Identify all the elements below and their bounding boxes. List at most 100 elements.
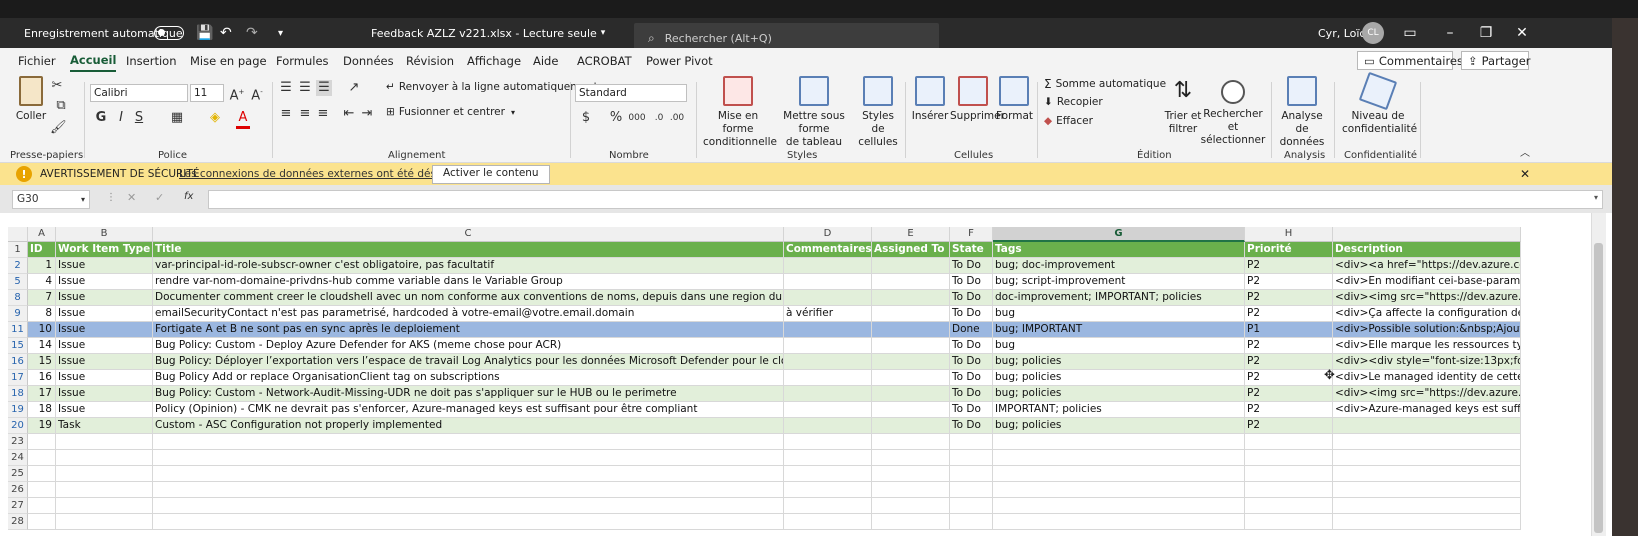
- tab-revision[interactable]: Révision: [406, 48, 454, 74]
- align-bottom-icon[interactable]: ☰: [316, 80, 332, 96]
- save-icon[interactable]: 💾: [196, 18, 213, 48]
- font-size-select[interactable]: 11: [190, 84, 224, 102]
- empty-cell[interactable]: [153, 434, 784, 450]
- cell-priority[interactable]: P2: [1245, 386, 1333, 402]
- cell-priority[interactable]: P1: [1245, 322, 1333, 338]
- tab-insertion[interactable]: Insertion: [126, 48, 177, 74]
- header-cell-work-item-type[interactable]: Work Item Type: [56, 242, 153, 258]
- header-cell-id[interactable]: ID: [28, 242, 56, 258]
- cell-description[interactable]: <div>Azure-managed keys est suffisar: [1333, 402, 1521, 418]
- empty-cell[interactable]: [872, 466, 950, 482]
- cell-title[interactable]: Documenter comment creer le cloudshell a…: [153, 290, 784, 306]
- cell-state[interactable]: To Do: [950, 402, 993, 418]
- find-select-button[interactable]: Rechercher et sélectionner: [1200, 76, 1266, 147]
- tab-accueil[interactable]: Accueil: [70, 48, 117, 72]
- table-row[interactable]: 8 7 Issue Documenter comment creer le cloud…: [0, 290, 1588, 306]
- empty-cell[interactable]: [56, 514, 153, 530]
- cell-comment[interactable]: [784, 402, 872, 418]
- empty-cell[interactable]: [28, 498, 56, 514]
- cell-tags[interactable]: bug; script-improvement: [993, 274, 1245, 290]
- empty-cell[interactable]: [950, 450, 993, 466]
- align-center-icon[interactable]: ≡: [298, 106, 312, 122]
- empty-cell[interactable]: [1245, 466, 1333, 482]
- thousands-icon[interactable]: 000: [628, 110, 646, 126]
- fill-color-icon[interactable]: ◈: [204, 110, 226, 126]
- table-row[interactable]: 17 16 Issue Bug Policy Add or replace Organ…: [0, 370, 1588, 386]
- autosave-toggle-wrap[interactable]: [146, 18, 184, 48]
- cell-assigned[interactable]: [872, 386, 950, 402]
- table-row[interactable]: 16 15 Issue Bug Policy: Déployer l’exportat…: [0, 354, 1588, 370]
- empty-cell[interactable]: [993, 498, 1245, 514]
- cell-state[interactable]: To Do: [950, 418, 993, 434]
- cell-description[interactable]: <div><a href="https://dev.azure.com/: [1333, 258, 1521, 274]
- empty-cell[interactable]: [1245, 482, 1333, 498]
- table-row[interactable]: 15 14 Issue Bug Policy: Custom - Deploy Azu…: [0, 338, 1588, 354]
- decrease-font-icon[interactable]: A-: [248, 84, 266, 104]
- empty-cell[interactable]: [784, 498, 872, 514]
- name-box[interactable]: G30 ▾: [12, 190, 90, 209]
- cell-state[interactable]: To Do: [950, 338, 993, 354]
- cancel-icon[interactable]: ✕: [127, 191, 136, 204]
- empty-cell[interactable]: [1245, 514, 1333, 530]
- empty-cell[interactable]: [1245, 498, 1333, 514]
- empty-cell[interactable]: [28, 466, 56, 482]
- enable-content-button[interactable]: Activer le contenu: [432, 165, 550, 184]
- cell-title[interactable]: Custom - ASC Configuration not properly …: [153, 418, 784, 434]
- delete-cells-button[interactable]: Supprimer: [950, 76, 1005, 123]
- cell-comment[interactable]: [784, 354, 872, 370]
- empty-cell[interactable]: [993, 450, 1245, 466]
- cell-state[interactable]: To Do: [950, 258, 993, 274]
- empty-row[interactable]: 24: [0, 450, 1588, 466]
- cell-comment[interactable]: [784, 418, 872, 434]
- cell-id[interactable]: 17: [28, 386, 56, 402]
- cell-state[interactable]: Done: [950, 322, 993, 338]
- cell-assigned[interactable]: [872, 258, 950, 274]
- row-number[interactable]: 26: [8, 482, 28, 498]
- cell-assigned[interactable]: [872, 370, 950, 386]
- row-number[interactable]: 11: [8, 322, 28, 338]
- empty-cell[interactable]: [993, 434, 1245, 450]
- cell-type[interactable]: Issue: [56, 370, 153, 386]
- empty-cell[interactable]: [950, 466, 993, 482]
- increase-font-icon[interactable]: A+: [228, 84, 246, 104]
- cell-tags[interactable]: bug: [993, 306, 1245, 322]
- minimize-icon[interactable]: –: [1430, 18, 1470, 48]
- cell-id[interactable]: 15: [28, 354, 56, 370]
- cell-description[interactable]: [1333, 418, 1521, 434]
- cell-tags[interactable]: bug; policies: [993, 418, 1245, 434]
- underline-icon[interactable]: S: [132, 110, 146, 126]
- empty-cell[interactable]: [1333, 434, 1521, 450]
- cell-type[interactable]: Issue: [56, 402, 153, 418]
- cell-title[interactable]: Fortigate A et B ne sont pas en sync apr…: [153, 322, 784, 338]
- table-row[interactable]: 18 17 Issue Bug Policy: Custom - Network-Au…: [0, 386, 1588, 402]
- cell-id[interactable]: 19: [28, 418, 56, 434]
- cell-id[interactable]: 18: [28, 402, 56, 418]
- decrease-indent-icon[interactable]: ⇤: [342, 106, 356, 122]
- tab-mise-en-page[interactable]: Mise en page: [190, 48, 267, 74]
- merge-center-button[interactable]: ⊞ Fusionner et centrer ▾: [386, 106, 515, 118]
- cell-description[interactable]: <div>Elle marque les ressources type: [1333, 338, 1521, 354]
- increase-indent-icon[interactable]: ⇥: [360, 106, 374, 122]
- increase-decimal-icon[interactable]: .0: [650, 110, 668, 126]
- cell-assigned[interactable]: [872, 418, 950, 434]
- document-title[interactable]: Feedback AZLZ v221.xlsx - Lecture seule …: [371, 18, 605, 48]
- table-row[interactable]: 2 1 Issue var-principal-id-role-subscr-owne…: [0, 258, 1588, 274]
- cell-type[interactable]: Issue: [56, 322, 153, 338]
- close-icon[interactable]: ✕: [1520, 163, 1530, 185]
- column-header-g[interactable]: G: [993, 227, 1245, 242]
- empty-row[interactable]: 27: [0, 498, 1588, 514]
- scrollbar-thumb[interactable]: [1594, 243, 1603, 533]
- row-number[interactable]: 18: [8, 386, 28, 402]
- cell-description[interactable]: <div><img src="https://dev.azure.com: [1333, 386, 1521, 402]
- cell-type[interactable]: Issue: [56, 258, 153, 274]
- empty-cell[interactable]: [1333, 466, 1521, 482]
- empty-cell[interactable]: [28, 450, 56, 466]
- table-row[interactable]: 5 4 Issue rendre var-nom-domaine-privdns-hu…: [0, 274, 1588, 290]
- cell-id[interactable]: 4: [28, 274, 56, 290]
- row-number[interactable]: 24: [8, 450, 28, 466]
- empty-cell[interactable]: [993, 514, 1245, 530]
- tab-aide[interactable]: Aide: [533, 48, 558, 74]
- row-number[interactable]: 9: [8, 306, 28, 322]
- cell-priority[interactable]: P2: [1245, 258, 1333, 274]
- empty-cell[interactable]: [56, 434, 153, 450]
